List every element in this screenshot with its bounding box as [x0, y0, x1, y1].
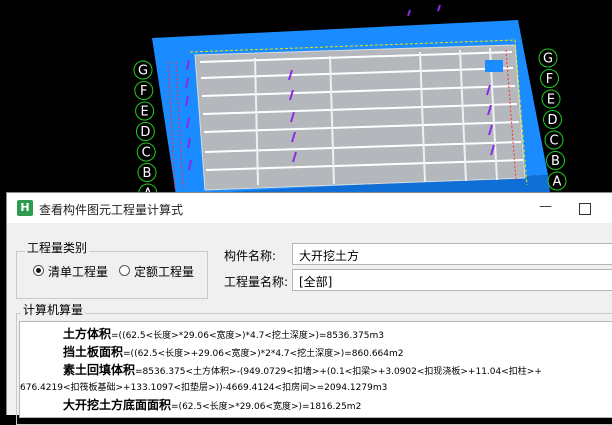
axis-left-label: D — [140, 125, 150, 140]
blue-block — [485, 60, 503, 72]
radio-quota-qty[interactable] — [119, 265, 130, 276]
qty-type-group-label: 工程量类别 — [25, 239, 90, 256]
calc-line: 挡土板面积=((62.5<长度>+29.06<宽度>)*2*4.7<挖土深度>)… — [63, 345, 404, 359]
calc-line: 素土回填体积=8536.375<土方体积>-(949.0729<扣墙>+(0.1… — [63, 363, 542, 377]
axis-left-label: E — [140, 105, 148, 120]
calc-line: 大开挖土方底面面积=(62.5<长度>*29.06<宽度>)=1816.25m2 — [63, 398, 362, 412]
minimize-button[interactable]: — — [539, 199, 552, 215]
axis-left-label: C — [142, 146, 151, 161]
component-name-label: 构件名称: — [224, 249, 277, 263]
calc-formula-box[interactable]: 土方体积=((62.5<长度>*29.06<宽度>)*4.7<挖土深度>)=85… — [19, 321, 612, 418]
axis-right-label: F — [546, 72, 553, 87]
radio-list-qty-label[interactable]: 清单工程量 — [48, 263, 108, 280]
app-logo-icon: H — [17, 200, 33, 216]
dialog-titlebar: H 查看构件图元工程量计算式 — — [7, 193, 612, 223]
dialog-title: 查看构件图元工程量计算式 — [39, 203, 184, 217]
calc-group-label: 计算机算量 — [21, 301, 86, 318]
qty-name-field[interactable]: [全部] — [292, 269, 612, 291]
qty-name-label: 工程量名称: — [224, 275, 289, 289]
axis-right-label: G — [543, 52, 553, 67]
axis-right-label: B — [551, 154, 560, 169]
axis-left-label: B — [143, 166, 152, 181]
axis-left-label: F — [140, 84, 147, 99]
cad-3d-view[interactable]: GFEDCBA GFEDCBA — [0, 0, 612, 200]
quantity-formula-dialog: H 查看构件图元工程量计算式 — 工程量类别 清单工程量 定额工程量 构件名称:… — [6, 192, 612, 425]
axis-right-label: D — [547, 113, 557, 128]
radio-quota-qty-label[interactable]: 定额工程量 — [134, 263, 194, 280]
axis-right-label: A — [553, 175, 562, 190]
calc-line: 676.4219<扣筏板基础>+133.1097<扣垫层>))-4669.412… — [20, 383, 388, 393]
component-name-field[interactable]: 大开挖土方 — [292, 243, 612, 265]
radio-list-qty[interactable] — [33, 265, 44, 276]
axis-left-label: G — [138, 64, 148, 79]
maximize-button[interactable] — [579, 203, 591, 215]
axis-right-label: E — [547, 93, 555, 108]
axis-right-label: C — [549, 134, 558, 149]
calc-line: 土方体积=((62.5<长度>*29.06<宽度>)*4.7<挖土深度>)=85… — [63, 327, 384, 341]
